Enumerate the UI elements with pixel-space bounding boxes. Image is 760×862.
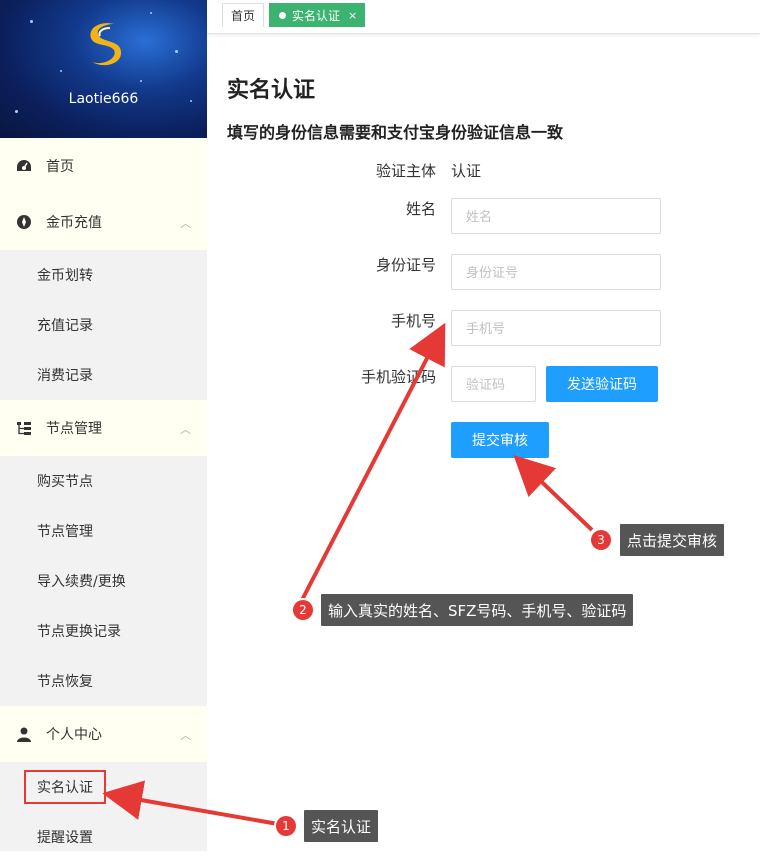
sidebar: Laotie666 首页 金币充值 ︿ 金币划转 充值记录 消费记录 节点管理 …: [0, 0, 207, 851]
sidebar-item-buy-node[interactable]: 购买节点: [0, 456, 207, 506]
sidebar-item-reminder-settings[interactable]: 提醒设置: [0, 812, 207, 862]
name-input[interactable]: [451, 198, 661, 234]
step-3-badge: 3: [591, 530, 611, 550]
active-dot-icon: [279, 11, 286, 19]
sidebar-item-recharge-records[interactable]: 充值记录: [0, 300, 207, 350]
page-title: 实名认证: [227, 78, 316, 103]
tab-home[interactable]: 首页: [222, 3, 265, 27]
tree-icon: [16, 420, 32, 436]
id-number-label: 身份证号: [375, 256, 436, 274]
sidebar-item-node-manage[interactable]: 节点管理: [0, 506, 207, 556]
phone-label: 手机号: [390, 312, 436, 330]
step-2-badge: 2: [293, 600, 313, 620]
send-code-button[interactable]: 发送验证码: [546, 366, 658, 402]
tab-label: 实名认证: [292, 8, 341, 23]
dashboard-icon: [16, 158, 32, 174]
sidebar-item-import-renew[interactable]: 导入续费/更换: [0, 556, 207, 606]
subject-value: 认证: [451, 162, 482, 180]
id-number-input[interactable]: [451, 254, 661, 290]
highlight-box: [24, 770, 106, 804]
name-label: 姓名: [405, 200, 436, 218]
username: Laotie666: [68, 91, 139, 107]
step-2-callout: 输入真实的姓名、SFZ号码、手机号、验证码: [321, 594, 634, 626]
sidebar-item-label: 金币充值: [46, 215, 102, 231]
logo-icon: [90, 23, 122, 66]
step-1-badge: 1: [276, 816, 296, 836]
sidebar-item-home[interactable]: 首页: [0, 138, 207, 194]
subject-label: 验证主体: [375, 162, 436, 180]
notice-text: 填写的身份信息需要和支付宝身份验证信息一致: [227, 123, 564, 142]
sidebar-item-personal-center[interactable]: 个人中心 ︿: [0, 706, 207, 762]
close-icon[interactable]: ×: [348, 9, 357, 22]
submit-button[interactable]: 提交审核: [451, 422, 549, 458]
step-1-callout: 实名认证: [304, 810, 379, 842]
chevron-up-icon: ︿: [180, 217, 191, 230]
sidebar-item-label: 首页: [46, 159, 74, 175]
sidebar-item-node-change-records[interactable]: 节点更换记录: [0, 606, 207, 656]
chevron-up-icon: ︿: [180, 729, 191, 742]
user-icon: [16, 726, 32, 742]
sidebar-item-consume-records[interactable]: 消费记录: [0, 350, 207, 400]
tab-real-name-auth[interactable]: 实名认证 ×: [269, 3, 366, 27]
sidebar-item-coin-transfer[interactable]: 金币划转: [0, 250, 207, 300]
tab-label: 首页: [231, 9, 256, 23]
coin-icon: [16, 214, 32, 230]
step-3-callout: 点击提交审核: [620, 524, 725, 556]
sidebar-item-label: 节点管理: [46, 421, 102, 437]
sms-code-label: 手机验证码: [360, 368, 436, 386]
sidebar-item-label: 个人中心: [46, 727, 102, 743]
sidebar-item-node-restore[interactable]: 节点恢复: [0, 656, 207, 706]
chevron-up-icon: ︿: [180, 423, 191, 436]
sidebar-item-node-management[interactable]: 节点管理 ︿: [0, 400, 207, 456]
phone-input[interactable]: [451, 310, 661, 346]
sidebar-header: Laotie666: [0, 0, 207, 138]
sms-code-input[interactable]: [451, 366, 536, 402]
tab-bar: 首页 实名认证 ×: [207, 0, 760, 34]
sidebar-item-coin-recharge[interactable]: 金币充值 ︿: [0, 194, 207, 250]
